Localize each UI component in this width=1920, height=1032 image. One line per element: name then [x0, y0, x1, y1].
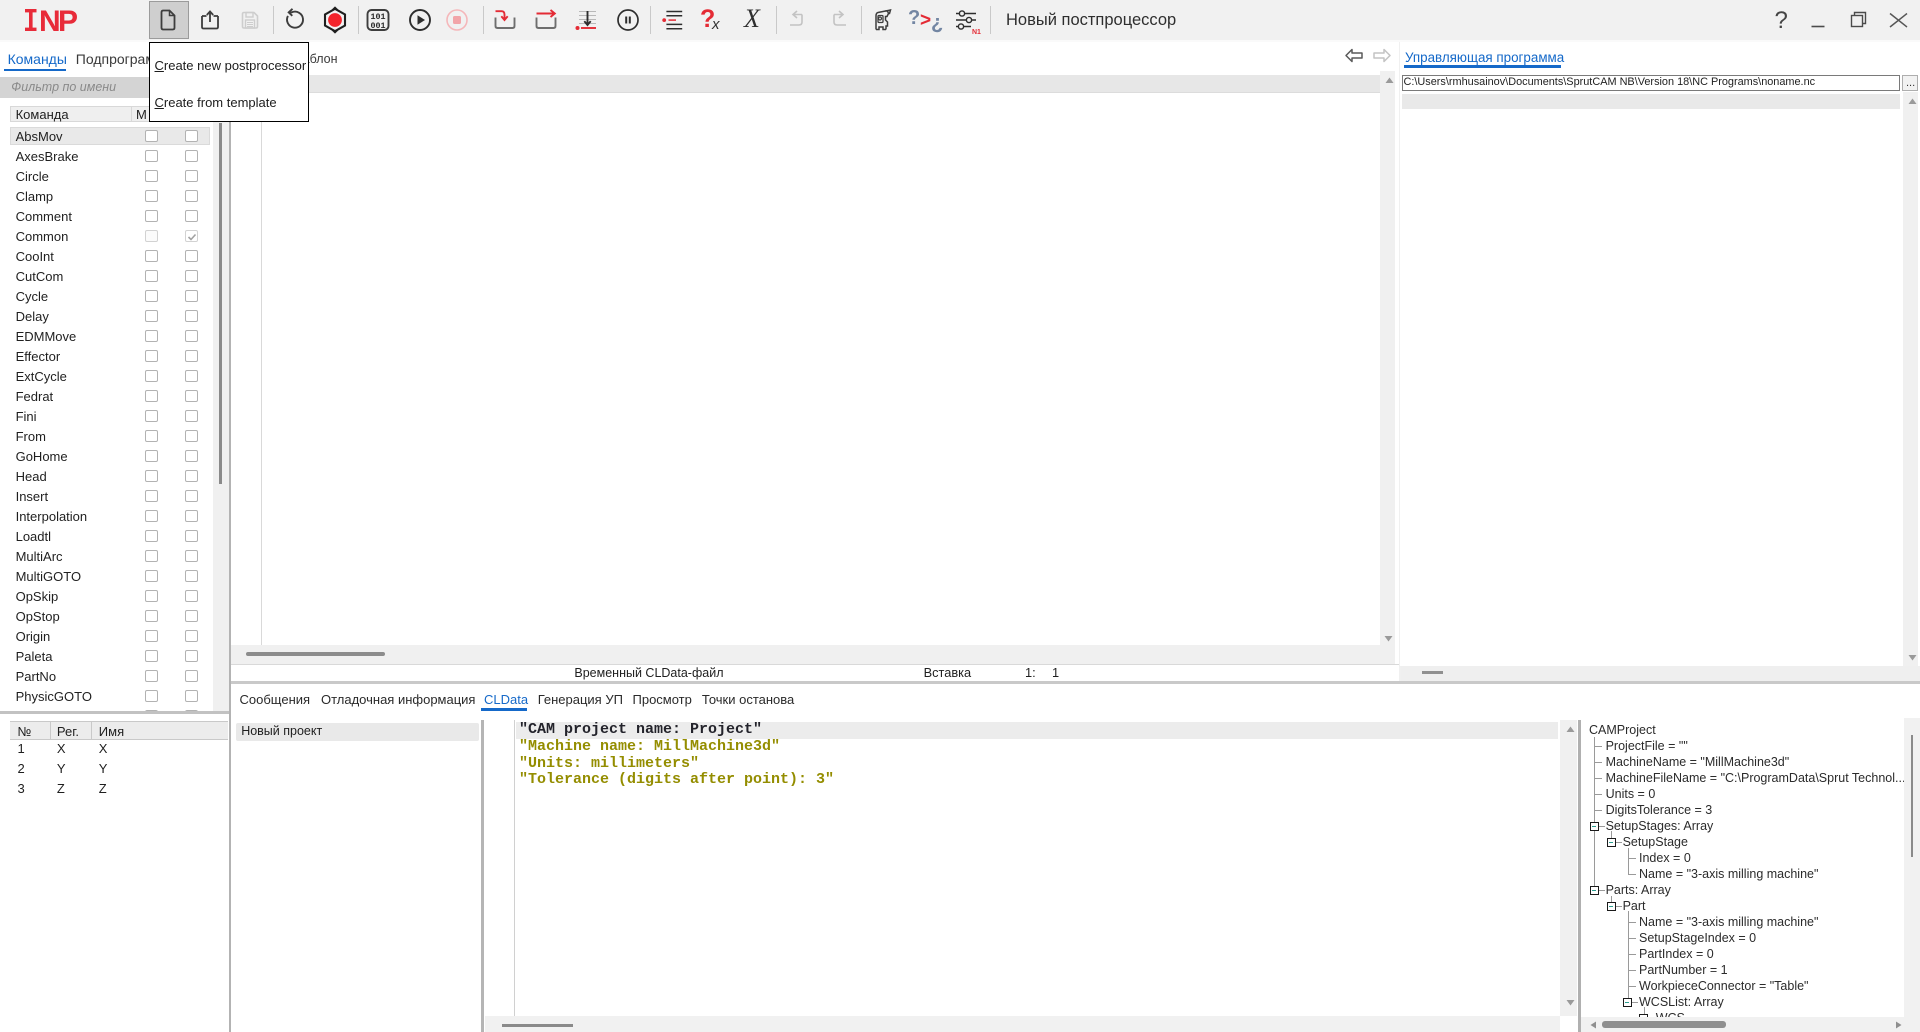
svg-text:NP: NP [39, 5, 78, 38]
svg-text:N1: N1 [972, 29, 981, 36]
svg-text:001: 001 [370, 21, 385, 31]
